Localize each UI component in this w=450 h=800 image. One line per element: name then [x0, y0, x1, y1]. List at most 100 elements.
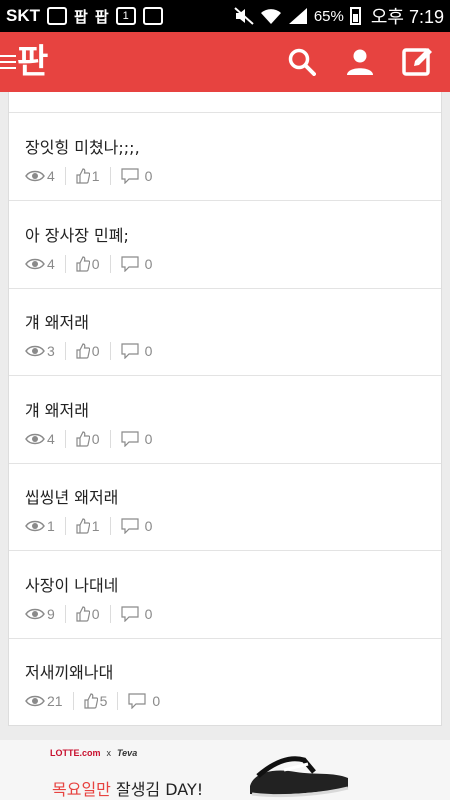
comment-count: 0 — [120, 605, 153, 622]
thumbs-up-icon — [76, 168, 90, 184]
eye-icon — [25, 608, 45, 619]
like-count-value: 0 — [91, 255, 100, 272]
view-count: 3 — [25, 343, 55, 359]
post-meta: 9 0 0 — [25, 604, 153, 623]
wifi-icon — [260, 9, 281, 24]
comment-icon — [120, 605, 139, 622]
list-item[interactable]: 아 장사장 민폐; 4 0 0 — [9, 202, 441, 289]
post-meta: 1 1 0 — [25, 517, 152, 535]
comment-count-value: 0 — [144, 255, 153, 272]
post-meta: 4 0 0 — [25, 429, 153, 448]
signal-icon — [288, 8, 307, 24]
pan-notification-icon-2: 팝 — [94, 8, 109, 26]
comment-icon — [120, 255, 139, 272]
comment-count: 0 — [128, 693, 160, 709]
battery-percent: 65% — [313, 7, 344, 25]
meta-divider — [109, 167, 111, 185]
comment-count: 0 — [120, 343, 152, 359]
view-count: 4 — [25, 256, 55, 272]
write-icon — [402, 48, 432, 76]
like-count-value: 1 — [91, 168, 100, 184]
view-count: 4 — [25, 431, 55, 447]
mute-icon — [234, 7, 254, 25]
post-title: 걔 왜저래 — [25, 313, 89, 332]
like-count: 0 — [76, 256, 100, 272]
post-meta: 3 0 0 — [25, 342, 152, 360]
search-icon — [288, 48, 316, 76]
ad-headline: 목요일만 잘생김 DAY! — [52, 776, 203, 800]
view-count: 4 — [25, 168, 55, 184]
meta-divider — [72, 692, 74, 710]
meta-divider — [64, 254, 66, 273]
user-icon — [347, 49, 373, 75]
list-item-partial[interactable] — [9, 92, 441, 113]
eye-icon — [25, 433, 45, 444]
thumbs-up-icon — [76, 343, 90, 359]
ad-headline-highlight: 목요일만 — [52, 780, 111, 799]
list-item[interactable]: 저새끼왜나대 21 5 0 — [9, 639, 441, 725]
list-item[interactable]: 걔 왜저래 4 0 0 — [9, 377, 441, 464]
search-button[interactable] — [286, 46, 318, 78]
like-count-value: 0 — [91, 430, 100, 447]
meta-divider — [64, 342, 66, 360]
thumbs-up-icon — [76, 605, 90, 622]
app-logo[interactable]: 판 — [17, 45, 48, 79]
like-count-value: 0 — [91, 343, 100, 359]
meta-divider — [109, 342, 111, 360]
pan-notification-icon: 팝 — [74, 8, 88, 26]
comment-count-value: 0 — [144, 605, 153, 622]
view-count-value: 4 — [47, 430, 55, 447]
battery-icon — [349, 7, 361, 25]
view-count-value: 21 — [47, 693, 63, 709]
meta-divider — [109, 604, 111, 623]
eye-icon — [25, 695, 45, 707]
comment-icon — [120, 168, 139, 184]
post-meta: 21 5 0 — [25, 692, 160, 710]
list-item[interactable]: 씹씽년 왜저래 1 1 0 — [9, 464, 441, 551]
comment-count-value: 0 — [144, 518, 153, 534]
meta-divider — [64, 429, 66, 448]
comment-count: 0 — [120, 168, 152, 184]
view-count: 1 — [25, 518, 55, 534]
ad-brand-lotte: LOTTE.com — [50, 748, 101, 758]
profile-button[interactable] — [344, 46, 376, 78]
list-item[interactable]: 걔 왜저래 3 0 0 — [9, 289, 441, 376]
menu-icon[interactable] — [0, 55, 16, 69]
post-title: 사장이 나대네 — [25, 575, 119, 595]
post-title: 아 장사장 민폐; — [25, 225, 129, 245]
ad-banner[interactable]: LOTTE.com x Teva 목요일만 잘생김 DAY! — [0, 740, 450, 800]
view-count-value: 4 — [47, 168, 55, 184]
eye-icon — [25, 345, 45, 357]
ad-headline-rest: 잘생김 DAY! — [110, 780, 204, 799]
store-notification-icon — [142, 7, 163, 25]
calendar-notification-icon: 1 — [115, 7, 136, 25]
thumbs-up-icon — [76, 255, 90, 272]
write-button[interactable] — [402, 46, 434, 78]
view-count-value: 3 — [47, 343, 55, 359]
view-count: 21 — [25, 693, 63, 709]
post-meta: 4 0 0 — [25, 254, 153, 273]
meta-divider — [109, 517, 111, 535]
list-item[interactable]: 사장이 나대네 9 0 0 — [9, 552, 441, 639]
comment-icon — [120, 343, 139, 359]
like-count-value: 5 — [99, 693, 108, 709]
comment-count: 0 — [120, 255, 153, 272]
comment-icon — [120, 430, 139, 447]
list-item[interactable]: 장잇힝 미쳤나;;;, 4 1 0 — [9, 114, 441, 201]
comment-count-value: 0 — [152, 693, 161, 709]
comment-count-value: 0 — [144, 430, 153, 447]
post-title: 장잇힝 미쳤나;;;, — [25, 138, 140, 157]
meta-divider — [117, 692, 119, 710]
ad-brand-row: LOTTE.com x Teva — [50, 748, 137, 758]
post-list: 장잇힝 미쳤나;;;, 4 1 0 아 장사장 민폐; 4 0 0 걔 왜저래 … — [8, 92, 442, 726]
like-count: 0 — [76, 343, 100, 359]
post-meta: 4 1 0 — [25, 167, 152, 185]
eye-icon — [25, 258, 45, 269]
meta-divider — [64, 167, 66, 185]
like-count-value: 1 — [91, 518, 100, 534]
like-count: 0 — [76, 431, 100, 447]
view-count-value: 4 — [47, 255, 55, 272]
calendar-day-label: 1 — [122, 10, 129, 22]
sandal-product-image — [250, 756, 349, 798]
comment-icon — [128, 693, 146, 709]
